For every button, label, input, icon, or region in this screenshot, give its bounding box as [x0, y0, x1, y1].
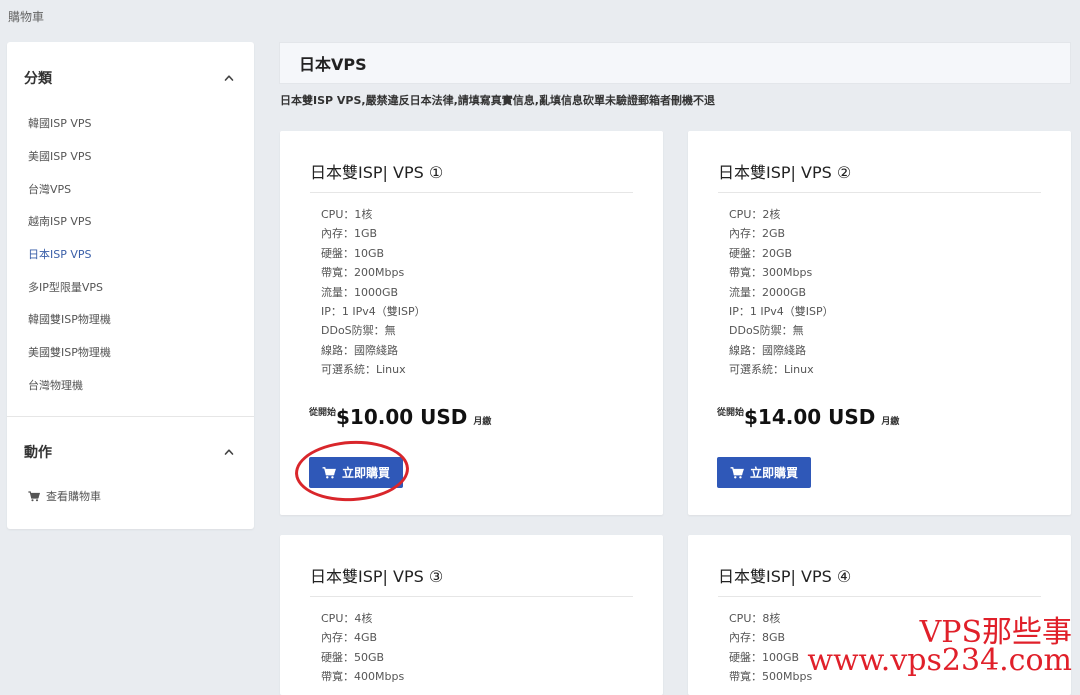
sidebar-divider [7, 416, 254, 417]
sidebar-item-multi-ip-vps[interactable]: 多IP型限量VPS [28, 279, 103, 295]
spec-disk: 硬盤：100GB [729, 650, 800, 664]
cart-icon [730, 466, 744, 478]
sidebar-item-taiwan-dedicated[interactable]: 台灣物理機 [28, 377, 83, 393]
product-name: 日本雙ISP| VPS ② [718, 163, 852, 182]
buy-now-button[interactable]: 立即購買 [717, 457, 811, 488]
spec-ip: IP：1 IPv4（雙ISP） [729, 304, 834, 318]
spec-bandwidth: 帶寬：500Mbps [729, 670, 813, 684]
product-card-4: 日本雙ISP| VPS ④ CPU：8核 內存：8GB 硬盤：100GB 帶寬：… [688, 535, 1071, 695]
product-divider [310, 192, 633, 193]
spec-os: 可選系統：Linux [729, 363, 814, 377]
product-card-2: 日本雙ISP| VPS ② CPU：2核 內存：2GB 硬盤：20GB 帶寬：3… [688, 131, 1071, 515]
spec-cpu: CPU：1核 [321, 208, 373, 221]
page-header: 日本VPS [279, 42, 1071, 84]
spec-os: 可選系統：Linux [321, 363, 406, 377]
spec-memory: 內存：1GB [321, 227, 378, 241]
sidebar-item-us-dual-isp-dedicated[interactable]: 美國雙ISP物理機 [28, 344, 111, 360]
sidebar-item-korea-dual-isp-dedicated[interactable]: 韓國雙ISP物理機 [28, 311, 111, 327]
product-specs: CPU：1核 內存：1GB 硬盤：10GB 帶寬：200Mbps 流量：1000… [321, 205, 426, 380]
product-price: 從開始 $10.00 USD 月繳 [309, 405, 491, 428]
chevron-up-icon[interactable] [224, 447, 234, 457]
buy-now-button[interactable]: 立即購買 [309, 457, 403, 488]
billing-cycle: 月繳 [881, 417, 900, 427]
product-specs: CPU：4核 內存：4GB 硬盤：50GB 帶寬：400Mbps [321, 609, 404, 687]
price-prefix: 從開始 [717, 408, 745, 418]
buy-now-label: 立即購買 [749, 466, 798, 480]
product-name: 日本雙ISP| VPS ① [310, 163, 444, 182]
product-divider [718, 596, 1041, 597]
view-cart-link[interactable]: 查看購物車 [28, 488, 101, 504]
cart-icon [28, 490, 40, 501]
sidebar-item-vietnam-isp-vps[interactable]: 越南ISP VPS [28, 213, 92, 229]
spec-ddos: DDoS防禦：無 [729, 324, 804, 338]
cart-icon [322, 466, 336, 478]
spec-ddos: DDoS防禦：無 [321, 324, 396, 338]
spec-bandwidth: 帶寬：200Mbps [321, 266, 405, 280]
sidebar-item-taiwan-vps[interactable]: 台灣VPS [28, 181, 71, 197]
billing-cycle: 月繳 [473, 417, 492, 427]
spec-cpu: CPU：8核 [729, 612, 781, 625]
spec-traffic: 流量：2000GB [729, 285, 807, 299]
product-divider [310, 596, 633, 597]
spec-cpu: CPU：4核 [321, 612, 373, 625]
price-amount: $14.00 USD [744, 405, 876, 429]
spec-cpu: CPU：2核 [729, 208, 781, 221]
product-name: 日本雙ISP| VPS ④ [718, 567, 852, 586]
sidebar: 分類 韓國ISP VPS 美國ISP VPS 台灣VPS 越南ISP VPS 日… [7, 42, 254, 529]
view-cart-label: 查看購物車 [46, 490, 101, 503]
spec-memory: 內存：2GB [729, 227, 786, 241]
chevron-up-icon[interactable] [224, 73, 234, 83]
page-title: 日本VPS [299, 55, 367, 74]
product-divider [718, 192, 1041, 193]
spec-bandwidth: 帶寬：300Mbps [729, 266, 813, 280]
sidebar-item-us-isp-vps[interactable]: 美國ISP VPS [28, 148, 92, 164]
product-name: 日本雙ISP| VPS ③ [310, 567, 444, 586]
actions-title: 動作 [24, 445, 52, 461]
spec-memory: 內存：4GB [321, 631, 378, 645]
spec-disk: 硬盤：20GB [729, 246, 793, 260]
product-specs: CPU：8核 內存：8GB 硬盤：100GB 帶寬：500Mbps [729, 609, 812, 687]
spec-route: 線路：國際綫路 [729, 343, 806, 357]
sidebar-item-japan-isp-vps[interactable]: 日本ISP VPS [28, 246, 92, 262]
sidebar-item-korea-isp-vps[interactable]: 韓國ISP VPS [28, 115, 92, 131]
spec-route: 線路：國際綫路 [321, 343, 398, 357]
spec-disk: 硬盤：10GB [321, 246, 385, 260]
categories-title: 分類 [24, 71, 52, 87]
product-price: 從開始 $14.00 USD 月繳 [717, 405, 899, 428]
spec-bandwidth: 帶寬：400Mbps [321, 670, 405, 684]
price-prefix: 從開始 [309, 408, 337, 418]
price-amount: $10.00 USD [336, 405, 468, 429]
spec-memory: 內存：8GB [729, 631, 786, 645]
product-card-3: 日本雙ISP| VPS ③ CPU：4核 內存：4GB 硬盤：50GB 帶寬：4… [280, 535, 663, 695]
product-card-1: 日本雙ISP| VPS ① CPU：1核 內存：1GB 硬盤：10GB 帶寬：2… [280, 131, 663, 515]
breadcrumb: 購物車 [8, 10, 45, 24]
buy-now-label: 立即購買 [341, 466, 390, 480]
spec-ip: IP：1 IPv4（雙ISP） [321, 304, 426, 318]
notice-text: 日本雙ISP VPS,嚴禁違反日本法律,請填寫真實信息,亂填信息砍單未驗證郵箱者… [280, 94, 715, 107]
product-specs: CPU：2核 內存：2GB 硬盤：20GB 帶寬：300Mbps 流量：2000… [729, 205, 834, 380]
spec-traffic: 流量：1000GB [321, 285, 399, 299]
actions-header[interactable]: 動作 [7, 442, 254, 462]
spec-disk: 硬盤：50GB [321, 650, 385, 664]
categories-header[interactable]: 分類 [7, 68, 254, 88]
